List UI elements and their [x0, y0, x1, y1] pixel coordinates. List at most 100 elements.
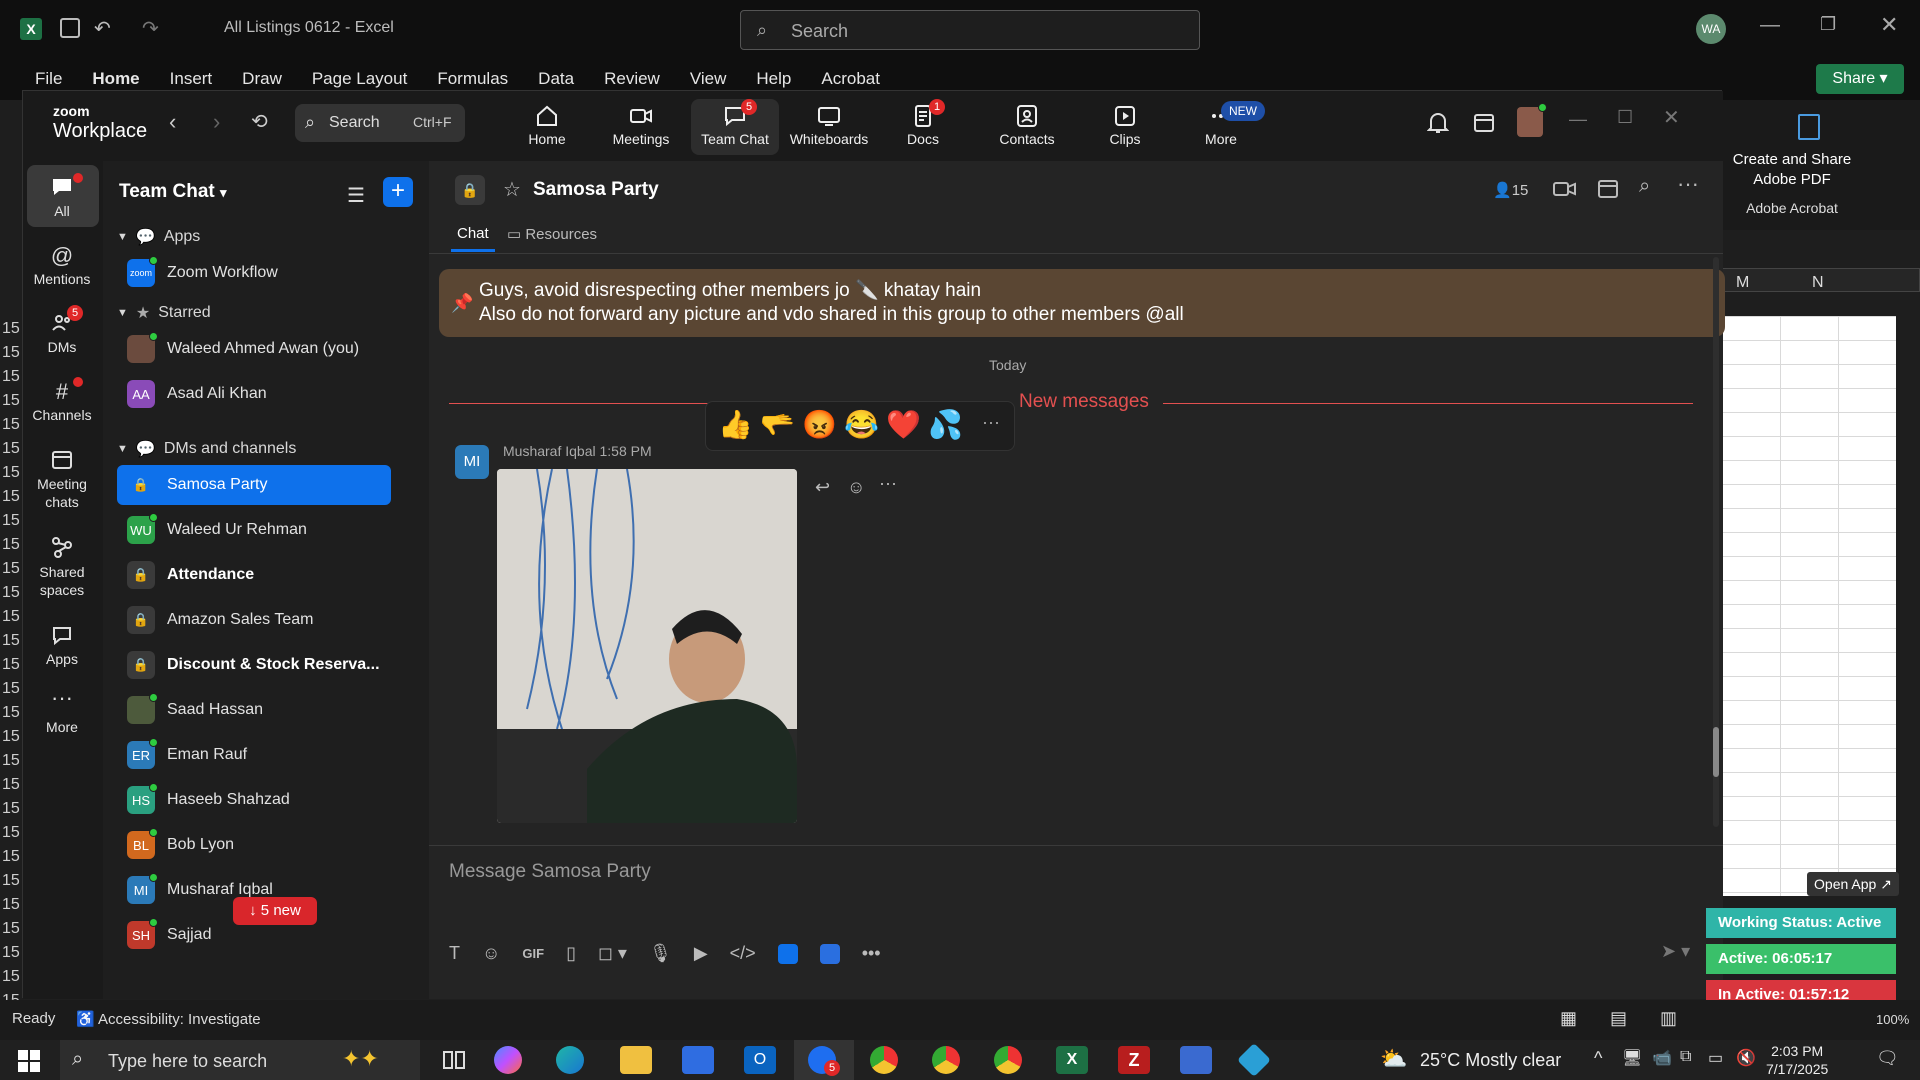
app-diamond-icon[interactable] — [1237, 1043, 1271, 1077]
screen-icon[interactable]: ⧉ — [1680, 1048, 1691, 1066]
list-item-haseeb-shahzad[interactable]: HS Haseeb Shahzad — [117, 780, 391, 820]
tab-docs[interactable]: Docs 1 — [879, 99, 967, 155]
app-icon[interactable] — [777, 943, 798, 964]
history-icon[interactable]: ⟲ — [251, 109, 268, 134]
message-composer[interactable]: Message Samosa Party — [449, 861, 1689, 941]
user-avatar[interactable]: WA — [1696, 14, 1726, 44]
new-chat-button[interactable]: + — [383, 177, 413, 207]
windows-start-icon[interactable] — [18, 1050, 40, 1072]
rail-shared-spaces[interactable]: Shared spaces — [25, 535, 99, 599]
section-apps[interactable]: ▼ 💬 Apps — [117, 227, 200, 247]
copilot-icon[interactable] — [494, 1046, 522, 1074]
tab-clips[interactable]: Clips — [1081, 99, 1169, 155]
chrome-icon-2[interactable] — [932, 1046, 960, 1074]
rail-more[interactable]: ··· More — [25, 687, 99, 736]
column-header-m[interactable]: M — [1736, 274, 1749, 292]
reaction-splash[interactable]: 💦 — [928, 408, 963, 441]
reaction-heart[interactable]: ❤️ — [886, 408, 921, 441]
calculator-icon[interactable] — [1180, 1046, 1212, 1074]
list-item-eman-rauf[interactable]: ER Eman Rauf — [117, 735, 391, 775]
chrome-icon-3[interactable] — [994, 1046, 1022, 1074]
taskbar-search-box[interactable]: ⌕ Type here to search ✦✦ — [60, 1040, 420, 1080]
excel-search-box[interactable]: ⌕ Search — [740, 10, 1200, 50]
reaction-hand[interactable]: 🫳 — [760, 408, 795, 441]
tray-chevron-icon[interactable]: ^ — [1594, 1048, 1602, 1069]
minimize-icon[interactable]: — — [1760, 14, 1780, 37]
message-more-icon[interactable]: ··· — [879, 473, 897, 494]
message-photo[interactable] — [497, 469, 797, 823]
tab-draw[interactable]: Draw — [227, 66, 297, 92]
pinned-message-banner[interactable]: 📌 Guys, avoid disrespecting other member… — [439, 269, 1725, 337]
filezilla-icon[interactable]: Z — [1118, 1046, 1150, 1074]
weather-text[interactable]: 25°C Mostly clear — [1420, 1050, 1561, 1071]
list-item-samosa-party[interactable]: 🔒 Samosa Party — [117, 465, 391, 505]
reaction-angry[interactable]: 😡 — [802, 408, 837, 441]
tab-home[interactable]: Home — [77, 66, 154, 92]
tab-review[interactable]: Review — [589, 66, 675, 92]
bell-icon[interactable] — [1427, 111, 1449, 135]
save-icon[interactable] — [60, 18, 80, 38]
battery-icon[interactable]: ▭ — [1708, 1048, 1723, 1068]
mic-icon[interactable]: 🎙 — [649, 943, 672, 964]
rail-mentions[interactable]: @ Mentions — [25, 243, 99, 287]
system-clock[interactable]: 2:03 PM 7/17/2025 — [1766, 1042, 1828, 1078]
code-icon[interactable]: </> — [730, 943, 756, 964]
list-item-waleed-ur-rehman[interactable]: WU Waleed Ur Rehman — [117, 510, 391, 550]
gif-icon[interactable]: GIF — [522, 946, 544, 961]
tab-page-layout[interactable]: Page Layout — [297, 66, 422, 92]
rail-channels[interactable]: # Channels — [25, 377, 99, 423]
zoom-taskbar-icon[interactable]: 5 — [808, 1046, 840, 1076]
create-share-pdf-button[interactable]: Create and Share Adobe PDF — [1722, 150, 1862, 190]
tab-home[interactable]: Home — [503, 99, 591, 155]
reaction-thumbs-up[interactable]: 👍 — [718, 408, 753, 441]
tab-contacts[interactable]: Contacts — [983, 99, 1071, 155]
file-icon[interactable]: ▯ — [566, 943, 576, 964]
star-icon[interactable]: ☆ — [503, 177, 521, 202]
zoom-close-icon[interactable]: ✕ — [1663, 105, 1680, 130]
task-view-icon[interactable] — [438, 1046, 470, 1074]
rail-all[interactable]: All — [25, 173, 99, 219]
schedule-icon[interactable] — [1597, 177, 1619, 199]
video-clip-icon[interactable]: ▶ — [694, 943, 708, 964]
list-item-attendance[interactable]: 🔒 Attendance — [117, 555, 391, 595]
add-reaction-icon[interactable]: ☺ — [847, 477, 865, 498]
excel-taskbar-icon[interactable]: X — [1056, 1046, 1088, 1074]
share-button[interactable]: Share ▾ — [1816, 64, 1904, 94]
open-app-button[interactable]: Open App ↗ — [1807, 872, 1899, 896]
back-icon[interactable]: ‹ — [169, 109, 176, 135]
zoom-maximize-icon[interactable]: ☐ — [1617, 107, 1633, 128]
format-text-icon[interactable]: T — [449, 943, 460, 964]
zoom-minimize-icon[interactable]: — — [1569, 109, 1587, 130]
tab-data[interactable]: Data — [523, 66, 589, 92]
normal-view-icon[interactable]: ▦ — [1560, 1008, 1577, 1029]
file-explorer-icon[interactable] — [620, 1046, 652, 1074]
redo-icon[interactable]: ↷ — [142, 16, 159, 41]
tab-whiteboards[interactable]: Whiteboards — [785, 99, 873, 155]
list-item-zoom-workflow[interactable]: zoom Zoom Workflow — [117, 253, 391, 293]
column-header-n[interactable]: N — [1812, 274, 1824, 292]
undo-icon[interactable]: ↶ — [94, 16, 111, 41]
filter-icon[interactable]: ☰ — [347, 183, 365, 208]
team-chat-title[interactable]: Team Chat ▾ — [119, 181, 227, 203]
section-starred[interactable]: ▼ ★ Starred — [117, 303, 211, 323]
tab-file[interactable]: File — [20, 66, 77, 92]
chat-scrollbar[interactable] — [1713, 257, 1719, 827]
member-count[interactable]: 👤15 — [1493, 181, 1528, 199]
list-item-bob-lyon[interactable]: BL Bob Lyon — [117, 825, 391, 865]
store-icon[interactable] — [682, 1046, 714, 1074]
edge-icon[interactable] — [556, 1046, 584, 1074]
scrollbar-thumb[interactable] — [1713, 727, 1719, 777]
notifications-icon[interactable]: 🗨 — [1876, 1048, 1899, 1069]
tab-more[interactable]: More NEW — [1177, 99, 1265, 155]
screenshot-icon[interactable]: ◻ ▾ — [598, 943, 627, 964]
network-icon[interactable]: 🖥 — [1622, 1048, 1642, 1068]
sender-avatar[interactable]: MI — [455, 445, 489, 479]
reply-icon[interactable]: ↩ — [815, 477, 830, 498]
tab-acrobat[interactable]: Acrobat — [806, 66, 895, 92]
page-break-icon[interactable]: ▥ — [1660, 1008, 1677, 1029]
tab-formulas[interactable]: Formulas — [422, 66, 523, 92]
zoom-level[interactable]: 100% — [1876, 1012, 1909, 1027]
chrome-icon[interactable] — [870, 1046, 898, 1074]
composer-more-icon[interactable]: ••• — [862, 943, 881, 964]
list-item-waleed-ahmed-awan[interactable]: Waleed Ahmed Awan (you) — [117, 329, 391, 369]
